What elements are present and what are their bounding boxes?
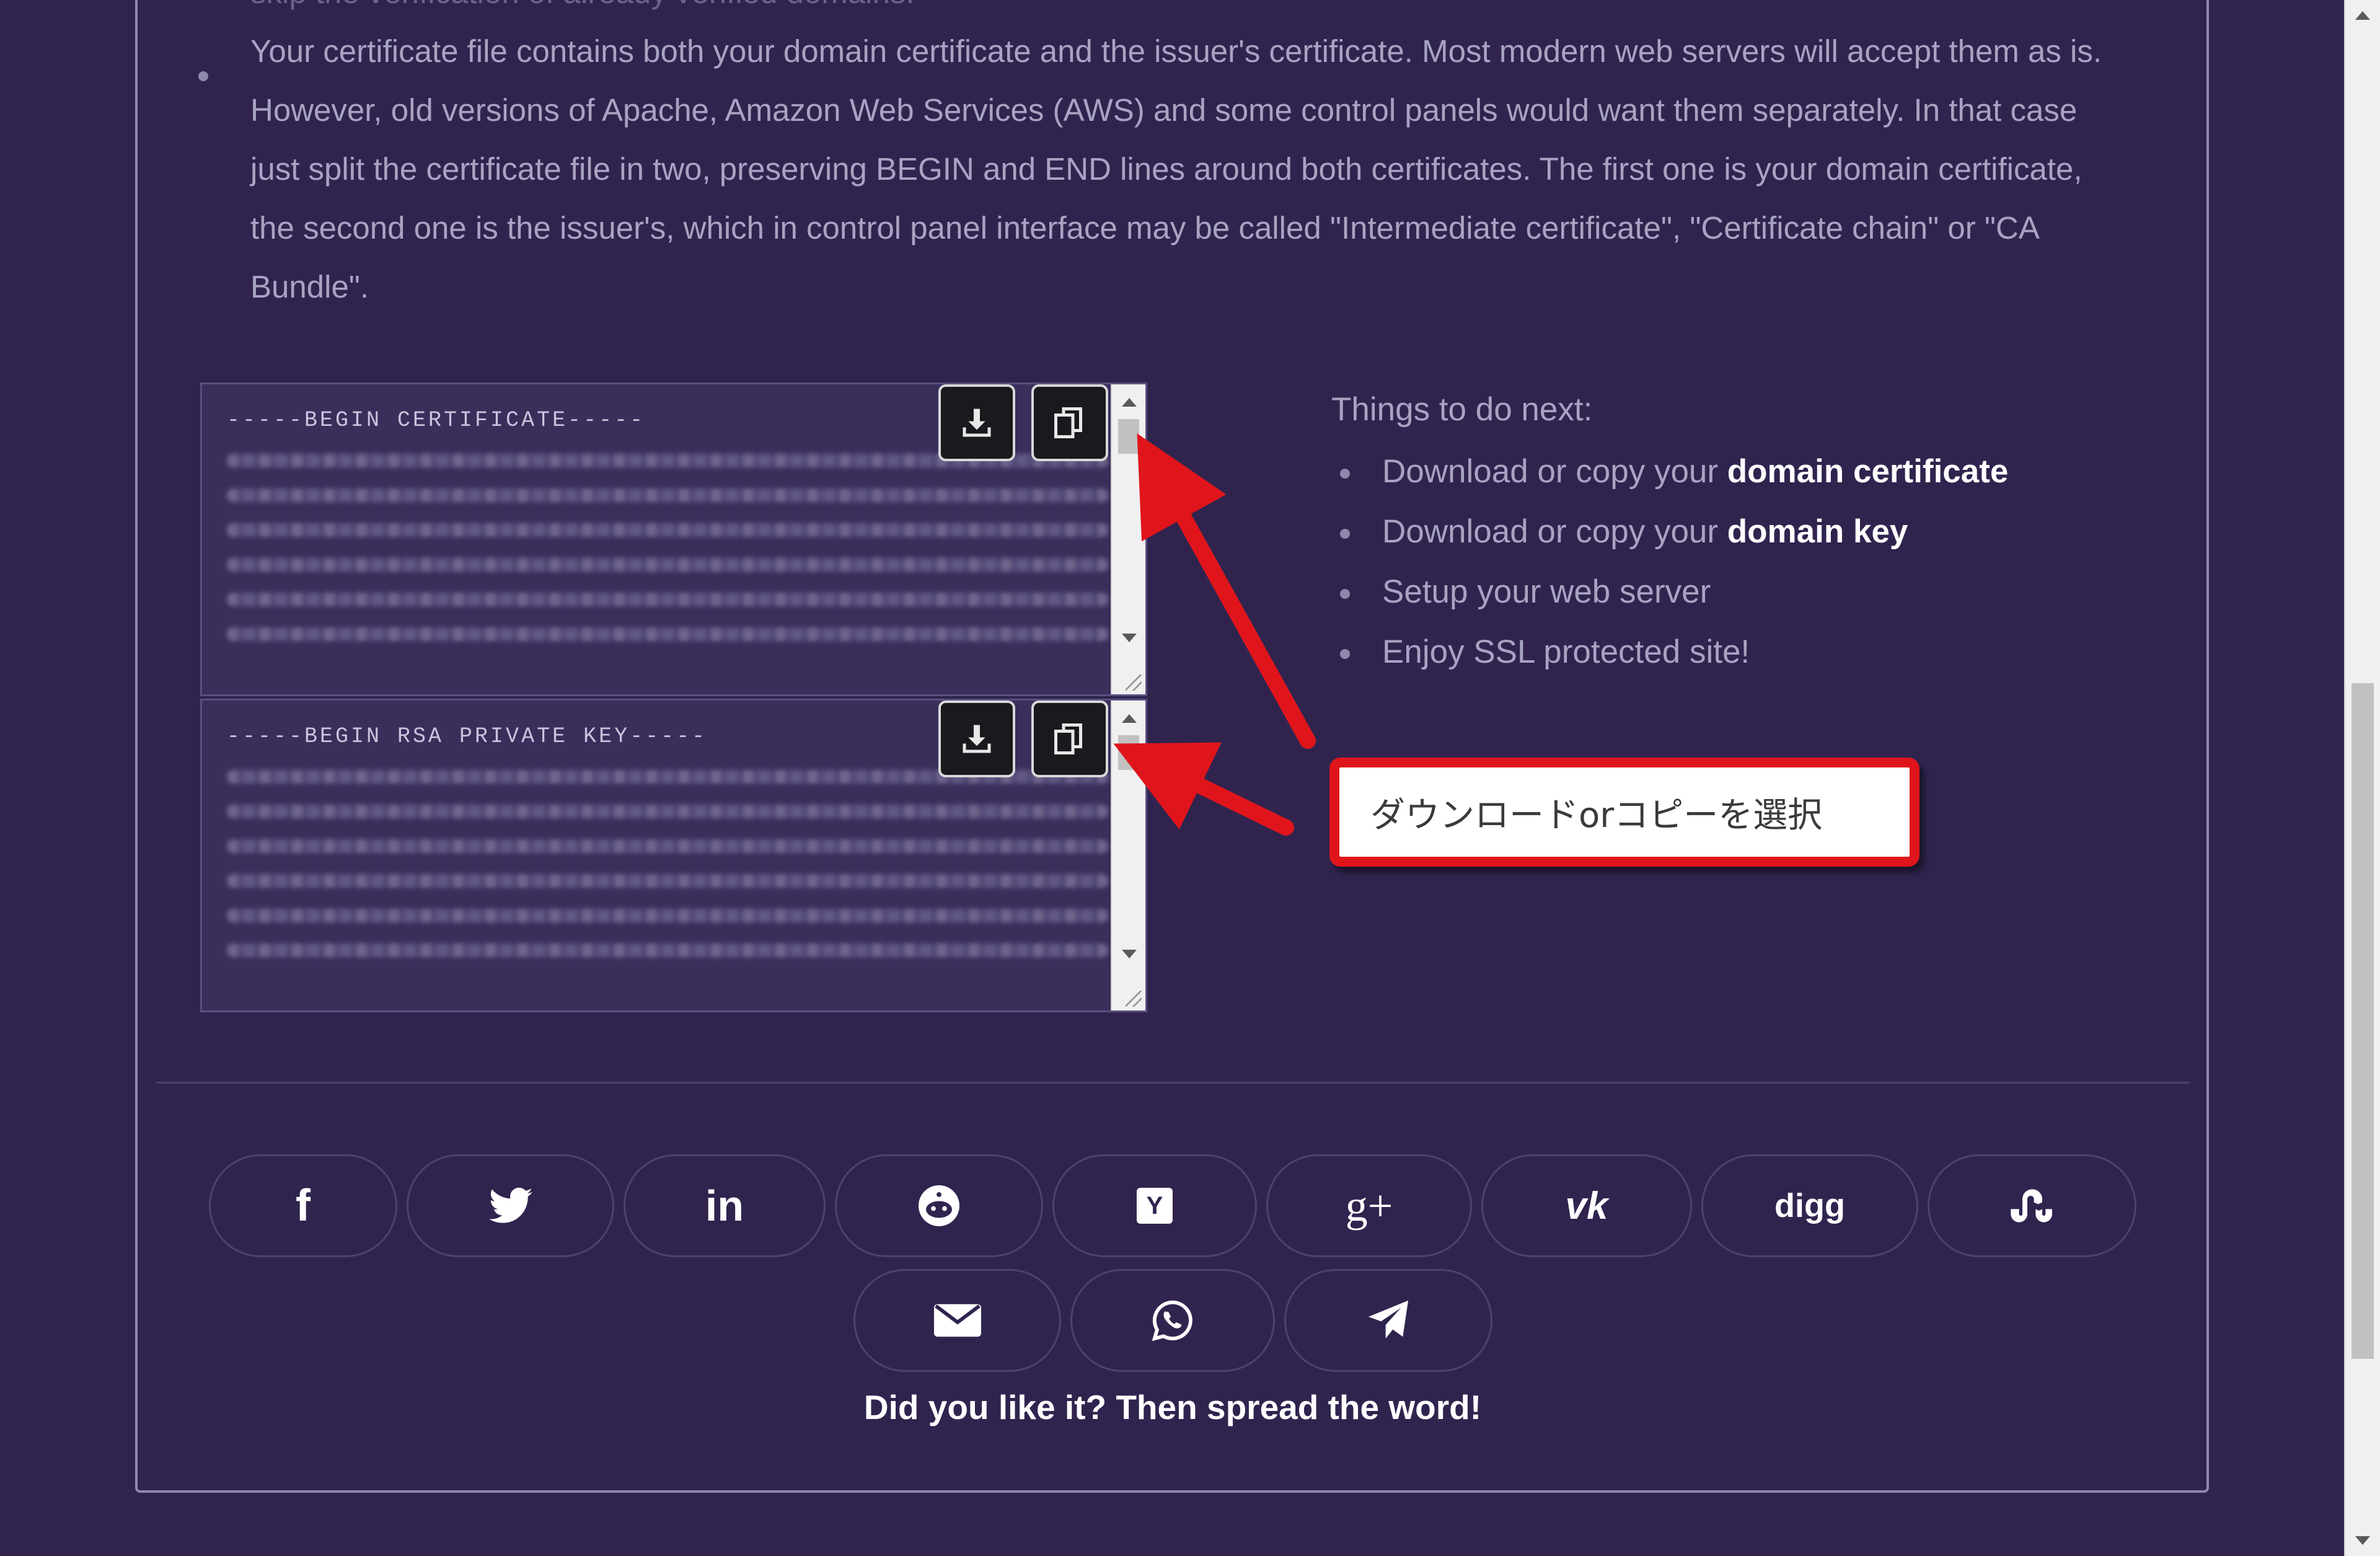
linkedin-icon: in bbox=[705, 1182, 744, 1230]
share-linkedin-button[interactable]: in bbox=[624, 1154, 826, 1257]
vk-icon: vk bbox=[1565, 1184, 1608, 1227]
hacker-news-icon: Y bbox=[1137, 1188, 1173, 1224]
share-vk-button[interactable]: vk bbox=[1481, 1154, 1692, 1257]
email-icon bbox=[933, 1304, 981, 1337]
reddit-icon bbox=[919, 1185, 959, 1226]
google-plus-icon: g+ bbox=[1345, 1180, 1393, 1231]
share-facebook-button[interactable]: f bbox=[209, 1154, 397, 1257]
stumbleupon-icon bbox=[2010, 1189, 2052, 1222]
share-digg-button[interactable]: digg bbox=[1701, 1154, 1918, 1257]
share-twitter-button[interactable] bbox=[407, 1154, 614, 1257]
share-call-to-action: Did you like it? Then spread the word! bbox=[863, 1388, 1482, 1426]
share-email-button[interactable] bbox=[853, 1269, 1061, 1372]
page-scrollbar[interactable] bbox=[2344, 0, 2380, 1556]
share-reddit-button[interactable] bbox=[835, 1154, 1043, 1257]
arrow-to-private-key bbox=[1113, 742, 1294, 836]
share-google-plus-button[interactable]: g+ bbox=[1266, 1154, 1472, 1257]
scroll-down-arrow-icon[interactable] bbox=[2355, 1536, 2370, 1545]
whatsapp-icon bbox=[1152, 1300, 1192, 1342]
page-scroll-thumb[interactable] bbox=[2351, 683, 2374, 1359]
scroll-up-arrow-icon[interactable] bbox=[2355, 11, 2370, 20]
share-hacker-news-button[interactable]: Y bbox=[1052, 1154, 1257, 1257]
share-whatsapp-button[interactable] bbox=[1070, 1269, 1275, 1372]
share-telegram-button[interactable] bbox=[1284, 1269, 1492, 1372]
share-stumbleupon-button[interactable] bbox=[1928, 1154, 2136, 1257]
telegram-icon bbox=[1368, 1300, 1409, 1339]
facebook-icon: f bbox=[296, 1181, 311, 1231]
arrow-to-certificate bbox=[1137, 433, 1316, 749]
annotation-callout: ダウンロードorコピーを選択 bbox=[1329, 758, 1919, 867]
twitter-icon bbox=[488, 1187, 532, 1223]
digg-icon: digg bbox=[1774, 1187, 1845, 1224]
section-divider bbox=[156, 1082, 2189, 1084]
